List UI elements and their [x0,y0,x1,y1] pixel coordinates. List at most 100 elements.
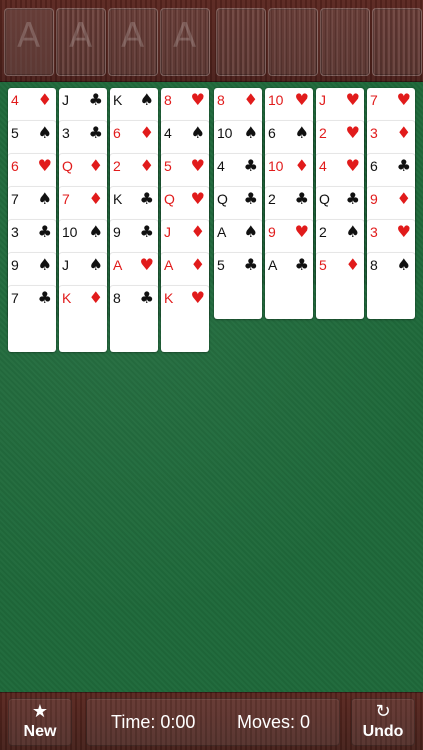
new-game-label: New [23,723,57,740]
suit-icon: ♥ [37,156,52,175]
card-rank: J [164,224,171,240]
suit-icon: ♠ [396,255,411,274]
card-rank: Q [319,191,330,207]
card-rank: K [113,191,123,207]
playing-card[interactable]: K ♥ [161,286,209,352]
card-rank: 6 [370,158,378,174]
playing-card[interactable]: A ♣ [265,253,313,319]
card-rank: J [62,92,69,108]
undo-button[interactable]: ↻ Undo [351,698,415,746]
playing-card[interactable]: K ♦ [59,286,107,352]
suit-icon: ♠ [243,222,258,241]
suit-icon: ♦ [139,156,154,175]
new-game-button[interactable]: ★ New [8,698,72,746]
card-rank: 7 [11,191,19,207]
suit-icon: ♠ [37,123,52,142]
suit-icon: ♥ [396,90,411,109]
bottom-bar: ★ New Time: 0:00 Moves: 0 ↻ Undo [0,692,423,750]
suit-icon: ♥ [345,156,360,175]
undo-icon: ↻ [375,701,391,722]
card-rank: 10 [268,92,284,108]
playing-card[interactable]: 5 ♣ [214,253,262,319]
suit-icon: ♠ [243,123,258,142]
card-rank: 6 [268,125,276,141]
free-cell[interactable] [216,8,266,76]
status-panel: Time: 0:00 Moves: 0 [86,698,340,746]
playing-card[interactable]: 8 ♣ [110,286,158,352]
card-rank: A [164,257,174,273]
card-rank: 8 [370,257,378,273]
card-rank: J [62,257,69,273]
suit-icon: ♦ [88,189,103,208]
suit-icon: ♥ [345,90,360,109]
card-rank: 5 [164,158,172,174]
suit-icon: ♦ [396,189,411,208]
card-rank: A [217,224,227,240]
card-rank: A [113,257,123,273]
suit-icon: ♠ [37,255,52,274]
free-cell[interactable] [268,8,318,76]
suit-icon: ♥ [190,90,205,109]
suit-icon: ♣ [243,156,258,175]
ace-placeholder-mark: A [173,16,197,56]
suit-icon: ♠ [139,90,154,109]
suit-icon: ♥ [345,123,360,142]
ace-placeholder-mark: A [69,16,93,56]
suit-icon: ♣ [139,222,154,241]
card-rank: K [164,290,174,306]
suit-icon: ♣ [139,189,154,208]
suit-icon: ♥ [190,189,205,208]
card-rank: 8 [217,92,225,108]
foundation-slot[interactable]: A [108,8,158,76]
suit-icon: ♣ [294,189,309,208]
foundation-slot[interactable]: A [160,8,210,76]
ace-placeholder-mark: A [17,16,41,56]
suit-icon: ♣ [37,222,52,241]
suit-icon: ♠ [190,123,205,142]
card-rank: 4 [11,92,19,108]
undo-label: Undo [362,723,404,740]
suit-icon: ♦ [396,123,411,142]
suit-icon: ♠ [37,189,52,208]
foundation-slot[interactable]: A [4,8,54,76]
card-rank: K [113,92,123,108]
suit-icon: ♦ [345,255,360,274]
card-rank: 5 [217,257,225,273]
card-rank: 10 [217,125,233,141]
playing-card[interactable]: 5 ♦ [316,253,364,319]
card-rank: 7 [62,191,70,207]
suit-icon: ♥ [294,90,309,109]
suit-icon: ♣ [345,189,360,208]
card-rank: 7 [370,92,378,108]
card-rank: 2 [319,224,327,240]
suit-icon: ♥ [190,288,205,307]
suit-icon: ♦ [37,90,52,109]
suit-icon: ♣ [88,123,103,142]
suit-icon: ♠ [345,222,360,241]
card-rank: Q [217,191,228,207]
suit-icon: ♦ [139,123,154,142]
suit-icon: ♠ [88,255,103,274]
suit-icon: ♦ [88,288,103,307]
card-rank: 2 [319,125,327,141]
suit-icon: ♣ [139,288,154,307]
card-rank: 3 [370,125,378,141]
card-rank: 10 [62,224,78,240]
timer-text: Time: 0:00 [111,712,196,732]
card-rank: 2 [113,158,121,174]
suit-icon: ♣ [37,288,52,307]
playing-card[interactable]: 7 ♣ [8,286,56,352]
moves-text: Moves: 0 [237,712,311,732]
free-cell[interactable] [372,8,422,76]
suit-icon: ♣ [88,90,103,109]
card-rank: A [268,257,278,273]
suit-icon: ♣ [396,156,411,175]
suit-icon: ♣ [243,255,258,274]
star-icon: ★ [31,701,49,722]
card-rank: 9 [11,257,19,273]
free-cell[interactable] [320,8,370,76]
playing-card[interactable]: 8 ♠ [367,253,415,319]
foundation-slot[interactable]: A [56,8,106,76]
card-rank: K [62,290,72,306]
card-rank: Q [164,191,175,207]
